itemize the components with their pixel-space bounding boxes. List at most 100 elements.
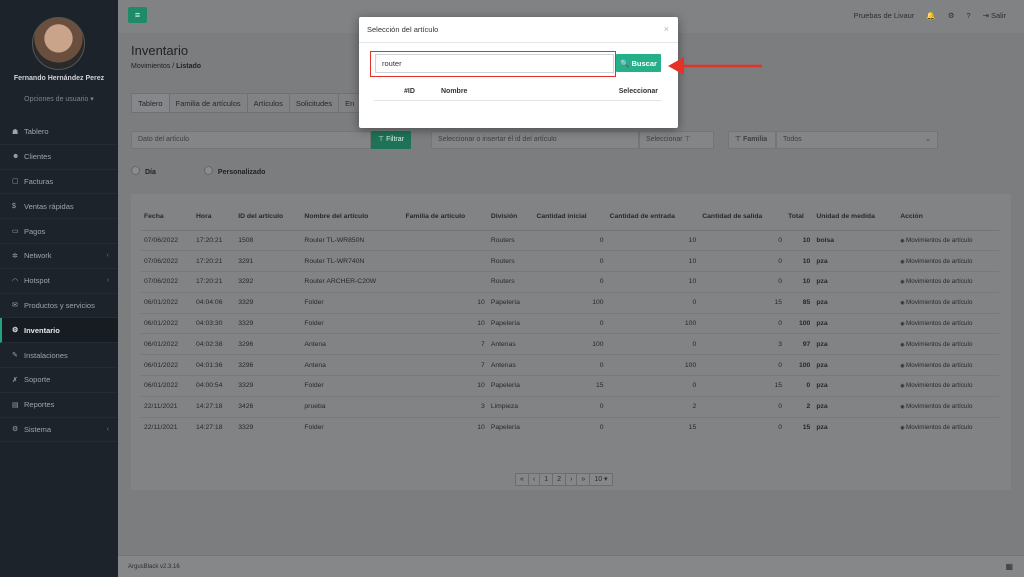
article-search-input[interactable]	[375, 54, 614, 73]
logout-link[interactable]: ⇥ Salir	[983, 11, 1006, 20]
breadcrumb: Movimientos / Listado	[131, 63, 202, 70]
close-icon[interactable]: ×	[664, 24, 669, 34]
pager-item[interactable]: 10 ▾	[590, 474, 611, 485]
table-cell: 04:02:38	[193, 333, 236, 355]
sidebar-item-sistema[interactable]: ⚙ Sistema ‹	[0, 418, 118, 443]
movements-link[interactable]: Movimientos de artículo	[897, 271, 999, 293]
chevron-left-icon: ‹	[106, 277, 109, 285]
movements-link[interactable]: Movimientos de artículo	[897, 291, 999, 314]
tab-3[interactable]: Solicitudes	[290, 94, 340, 112]
tab-1[interactable]: Familia de artículos	[170, 94, 248, 112]
table-cell: 0	[699, 229, 786, 251]
sidebar-item-facturas[interactable]: ▢ Facturas	[0, 170, 118, 195]
dashboard-icon: ☗	[12, 128, 19, 136]
search-button[interactable]: 🔍 Buscar	[616, 54, 661, 72]
table-cell: 14:27:18	[193, 395, 236, 418]
select-article-button[interactable]: Seleccionar ⊤	[639, 131, 714, 149]
filter-button[interactable]: ⊤ Filtrar	[371, 131, 411, 149]
table-cell: Folder	[301, 291, 403, 314]
tab-4[interactable]: En	[339, 94, 362, 112]
column-header: Familia de artículo	[402, 204, 488, 231]
radio-custom[interactable]: Personalizado	[204, 166, 265, 176]
radio-day[interactable]: Día	[131, 166, 156, 176]
avatar[interactable]	[32, 17, 85, 70]
pager-item[interactable]: ‹	[529, 474, 541, 485]
table-cell: pza	[813, 291, 898, 314]
pager-item[interactable]: «	[516, 474, 529, 485]
pager-item[interactable]: ›	[566, 474, 578, 485]
table-cell: 0	[533, 395, 607, 418]
table-row: 07/06/2022 17:20:21 1508 Router TL-WR850N Ro…	[141, 229, 999, 251]
tab-0[interactable]: Tablero	[132, 94, 170, 112]
table-cell: Papelería	[487, 291, 534, 314]
movements-link[interactable]: Movimientos de artículo	[897, 354, 999, 376]
pager-item[interactable]: 2	[553, 474, 567, 485]
article-selection-modal: Selección del artículo × 🔍 Buscar #ID No…	[359, 17, 678, 128]
sidebar-item-ventas-r-pidas[interactable]: $ Ventas rápidas	[0, 194, 118, 220]
article-data-input[interactable]: Dato del artículo	[131, 131, 371, 149]
bell-icon[interactable]: 🔔	[926, 11, 935, 20]
sidebar-item-pagos[interactable]: ▭ Pagos	[0, 219, 118, 244]
help-icon[interactable]: ?	[966, 11, 970, 20]
table-cell: Antena	[301, 333, 403, 355]
support-icon: ✗	[12, 376, 18, 384]
table-cell: 15	[699, 291, 786, 314]
table-cell: 06/01/2022	[141, 291, 194, 314]
sidebar-item-reportes[interactable]: ▤ Reportes	[0, 393, 118, 418]
movements-link[interactable]: Movimientos de artículo	[897, 229, 999, 251]
table-cell: 3426	[235, 395, 302, 418]
account-name[interactable]: Pruebas de Livaur	[853, 11, 914, 20]
logout-label: Salir	[990, 11, 1006, 20]
sidebar-item-productos-y-servicios[interactable]: ✉ Productos y servicios	[0, 294, 118, 319]
table-cell: 3292	[235, 271, 302, 293]
calculator-icon[interactable]: ▦	[1005, 556, 1013, 577]
movements-link[interactable]: Movimientos de artículo	[897, 333, 999, 355]
movements-link[interactable]: Movimientos de artículo	[897, 375, 999, 397]
table-row: 06/01/2022 04:04:06 3329 Folder 10 Papelería 1…	[141, 291, 999, 314]
table-cell: 3296	[235, 354, 302, 376]
sidebar-item-tablero[interactable]: ☗ Tablero	[0, 120, 118, 145]
family-select[interactable]: Todos ⌄	[776, 131, 938, 149]
table-cell: 0	[533, 271, 607, 293]
sidebar-item-label: Reportes	[24, 400, 55, 410]
col-select: Seleccionar	[618, 88, 658, 95]
sidebar-item-inventario[interactable]: ⚙ Inventario	[0, 318, 118, 344]
tab-2[interactable]: Artículos	[248, 94, 290, 112]
article-id-input[interactable]: Seleccionar o insertar él id del artícul…	[431, 131, 639, 149]
table-cell: Papelería	[487, 375, 534, 397]
family-select-value: Todos	[783, 136, 802, 143]
pager-item[interactable]: 1	[540, 474, 554, 485]
col-id: #ID	[404, 88, 415, 95]
menu-toggle-button[interactable]: ≡	[128, 7, 147, 23]
sidebar-item-instalaciones[interactable]: ✎ Instalaciones	[0, 343, 118, 368]
movements-link[interactable]: Movimientos de artículo	[897, 312, 999, 334]
table-cell: pza	[813, 333, 898, 355]
movements-link[interactable]: Movimientos de artículo	[897, 416, 999, 438]
select-article-label: Seleccionar	[646, 136, 683, 143]
settings-icon[interactable]: ⚙	[948, 11, 955, 20]
column-header: Fecha	[141, 204, 194, 231]
pager-item[interactable]: »	[577, 474, 591, 485]
table-cell: 0	[785, 375, 814, 397]
movements-link[interactable]: Movimientos de artículo	[897, 395, 999, 418]
payments-icon: ▭	[12, 228, 19, 236]
movements-link[interactable]: Movimientos de artículo	[897, 250, 999, 272]
sidebar-item-hotspot[interactable]: ◠ Hotspot ‹	[0, 269, 118, 294]
table-cell: 3329	[235, 416, 302, 438]
table-cell: Routers	[487, 271, 534, 293]
breadcrumb-parent[interactable]: Movimientos	[131, 63, 170, 70]
table-cell: Folder	[301, 416, 403, 438]
table-cell: 07/06/2022	[141, 250, 194, 272]
user-options-link[interactable]: Opciones de usuario ▾	[0, 95, 118, 103]
table-row: 06/01/2022 04:01:36 3296 Antena 7 Antenas 0 100…	[141, 354, 999, 376]
sidebar-item-network[interactable]: ✲ Network ‹	[0, 244, 118, 269]
sidebar-item-clientes[interactable]: ☻ Clientes	[0, 145, 118, 170]
table-cell: 0	[533, 229, 607, 251]
table-cell: 0	[699, 416, 786, 438]
table-cell: 0	[606, 375, 700, 397]
table-cell: 17:20:21	[193, 271, 236, 293]
footer: ArgusBlack v2.3.16 ▦	[118, 555, 1024, 577]
table-cell	[402, 229, 488, 251]
sidebar-item-soporte[interactable]: ✗ Soporte	[0, 368, 118, 393]
table-cell: 3296	[235, 333, 302, 355]
